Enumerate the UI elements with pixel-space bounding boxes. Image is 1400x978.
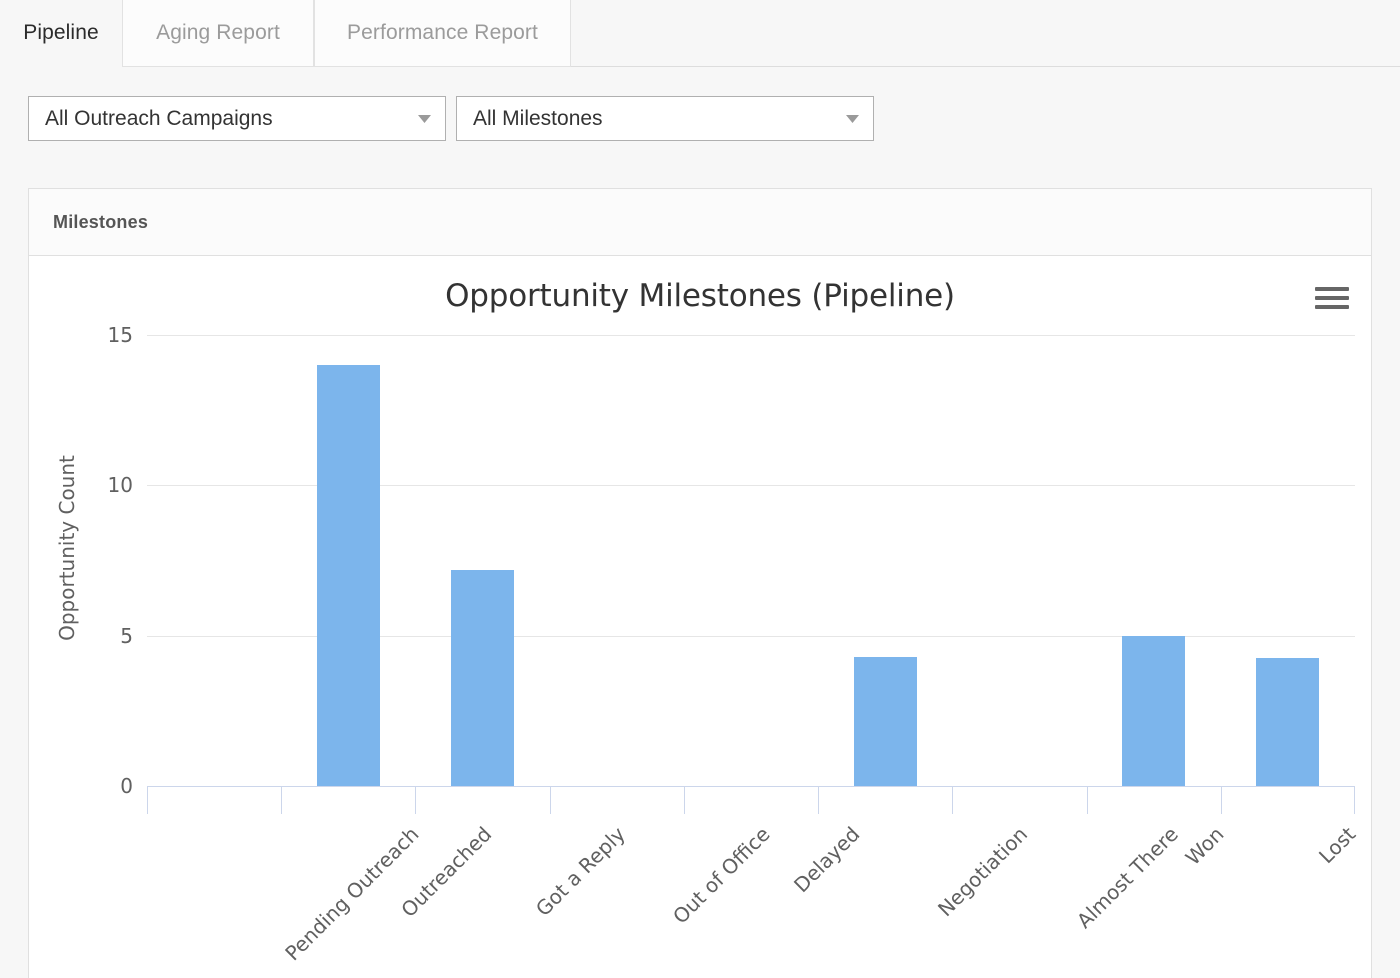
x-axis-category-label: Pending Outreach <box>280 822 424 966</box>
tab-bar: Pipeline Aging Report Performance Report <box>0 0 1400 67</box>
tab-performance-report[interactable]: Performance Report <box>314 0 571 67</box>
milestones-panel-body: Opportunity Milestones (Pipeline) Opport… <box>29 256 1371 978</box>
chart-bar[interactable] <box>451 569 515 786</box>
hamburger-menu-icon[interactable] <box>1315 284 1349 312</box>
chevron-down-icon <box>411 97 445 140</box>
y-axis-tick-label: 10 <box>107 473 133 498</box>
chart-bar[interactable] <box>1122 635 1186 786</box>
tab-pipeline-label: Pipeline <box>23 21 99 44</box>
tab-aging-report-label: Aging Report <box>156 21 280 44</box>
panel-title: Milestones <box>53 211 149 232</box>
x-axis-tick <box>1354 786 1355 814</box>
x-axis-tick <box>281 786 283 814</box>
x-axis-tick <box>147 786 148 814</box>
x-axis-category-label: Almost There <box>1072 822 1184 933</box>
gridline <box>147 335 1355 336</box>
milestones-panel: Milestones Opportunity Milestones (Pipel… <box>28 188 1372 978</box>
chart-bar[interactable] <box>316 365 380 786</box>
x-axis-tick <box>549 786 551 814</box>
tab-performance-report-label: Performance Report <box>347 21 538 44</box>
tab-pipeline[interactable]: Pipeline <box>0 0 122 67</box>
chevron-down-icon <box>839 97 873 140</box>
x-axis-line <box>147 786 1355 787</box>
filter-toolbar: All Outreach Campaigns All Milestones <box>0 68 1400 180</box>
milestone-filter-select[interactable]: All Milestones <box>456 96 874 141</box>
pipeline-dashboard: Pipeline Aging Report Performance Report… <box>0 0 1400 978</box>
x-axis-tick <box>1086 786 1088 814</box>
chart-plot-area: 0 5 10 15 Pending Outreach Outreached Got a Re… <box>108 323 1361 965</box>
y-axis-tick-label: 0 <box>120 774 133 798</box>
campaign-filter-value: All Outreach Campaigns <box>45 106 273 130</box>
x-axis-tick <box>818 786 820 814</box>
x-axis-tick <box>683 786 685 814</box>
x-axis-category-label: Got a Reply <box>530 822 630 921</box>
tab-aging-report[interactable]: Aging Report <box>122 0 314 67</box>
x-axis-tick <box>1220 786 1222 814</box>
x-axis-category-label: Won <box>1180 822 1229 870</box>
x-axis-tick <box>415 786 417 814</box>
chart-title: Opportunity Milestones (Pipeline) <box>445 278 955 314</box>
chart-bar[interactable] <box>853 656 917 786</box>
campaign-filter-select[interactable]: All Outreach Campaigns <box>28 96 446 141</box>
y-axis-tick-label: 5 <box>120 623 133 648</box>
y-axis-tick-label: 15 <box>107 323 133 347</box>
opportunity-milestones-chart: Opportunity Milestones (Pipeline) Opport… <box>29 256 1371 978</box>
x-axis-tick <box>952 786 954 814</box>
hamburger-bar-3 <box>1315 305 1349 309</box>
x-axis-category-label: Out of Office <box>667 822 775 929</box>
x-axis-category-label: Lost <box>1313 822 1361 869</box>
x-axis-category-label: Negotiation <box>933 822 1033 922</box>
x-axis-category-label: Delayed <box>789 822 865 898</box>
y-axis-title: Opportunity Count <box>55 455 79 641</box>
hamburger-bar-1 <box>1315 287 1349 291</box>
hamburger-bar-2 <box>1315 296 1349 300</box>
milestone-filter-value: All Milestones <box>473 106 603 130</box>
milestones-panel-header: Milestones <box>29 189 1371 256</box>
chart-bar[interactable] <box>1256 658 1320 786</box>
